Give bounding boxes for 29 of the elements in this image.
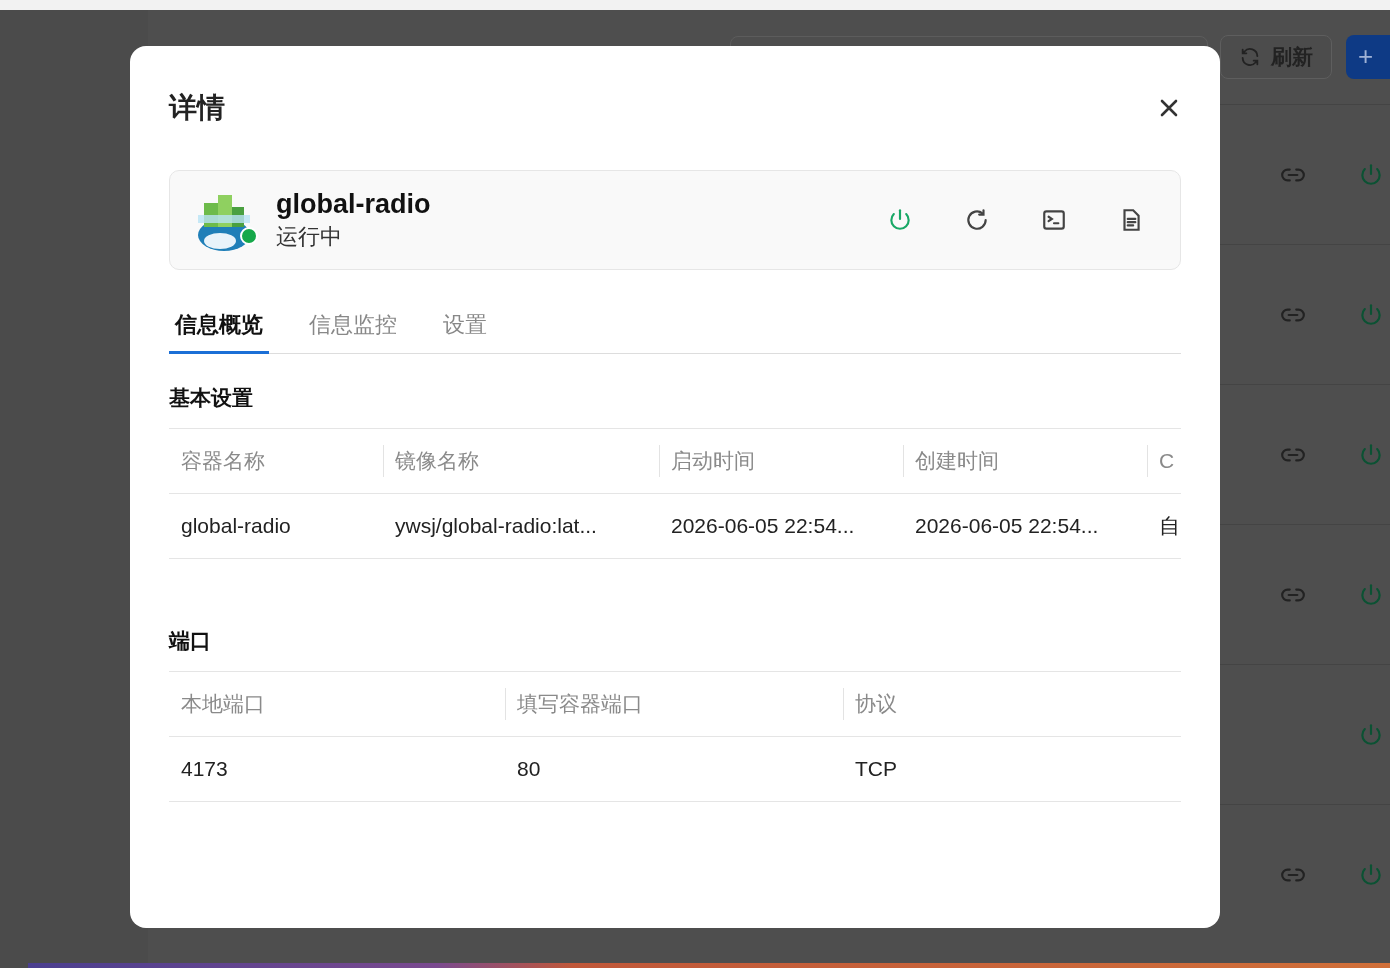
power-icon[interactable] <box>887 207 913 233</box>
table-cell: 4173 <box>169 737 505 802</box>
table-cell: 自 <box>1147 494 1181 559</box>
tab[interactable]: 设置 <box>437 298 493 354</box>
dialog-title: 详情 <box>169 91 225 125</box>
terminal-icon[interactable] <box>1041 207 1067 233</box>
container-status: 运行中 <box>276 222 343 251</box>
table-cell: ywsj/global-radio:lat... <box>383 494 659 559</box>
column-header: 启动时间 <box>659 429 903 494</box>
table-cell: 2026-06-05 22:54... <box>659 494 903 559</box>
column-header: C <box>1147 429 1181 494</box>
column-header: 填写容器端口 <box>505 672 843 737</box>
tab[interactable]: 信息监控 <box>303 298 403 354</box>
restart-icon[interactable] <box>964 207 990 233</box>
section-title: 基本设置 <box>169 385 254 411</box>
table-cell: 80 <box>505 737 843 802</box>
column-header: 镜像名称 <box>383 429 659 494</box>
column-header: 本地端口 <box>169 672 505 737</box>
add-button[interactable]: + <box>1346 34 1390 79</box>
section-title: 端口 <box>169 628 212 654</box>
table-cell: global-radio <box>169 494 383 559</box>
column-header: 容器名称 <box>169 429 383 494</box>
container-name: global-radio <box>276 188 432 220</box>
column-header: 创建时间 <box>903 429 1147 494</box>
column-header: 协议 <box>843 672 1181 737</box>
table-cell: 2026-06-05 22:54... <box>903 494 1147 559</box>
refresh-icon <box>1239 45 1261 68</box>
tab[interactable]: 信息概览 <box>169 298 269 354</box>
table-cell: TCP <box>843 737 1181 802</box>
